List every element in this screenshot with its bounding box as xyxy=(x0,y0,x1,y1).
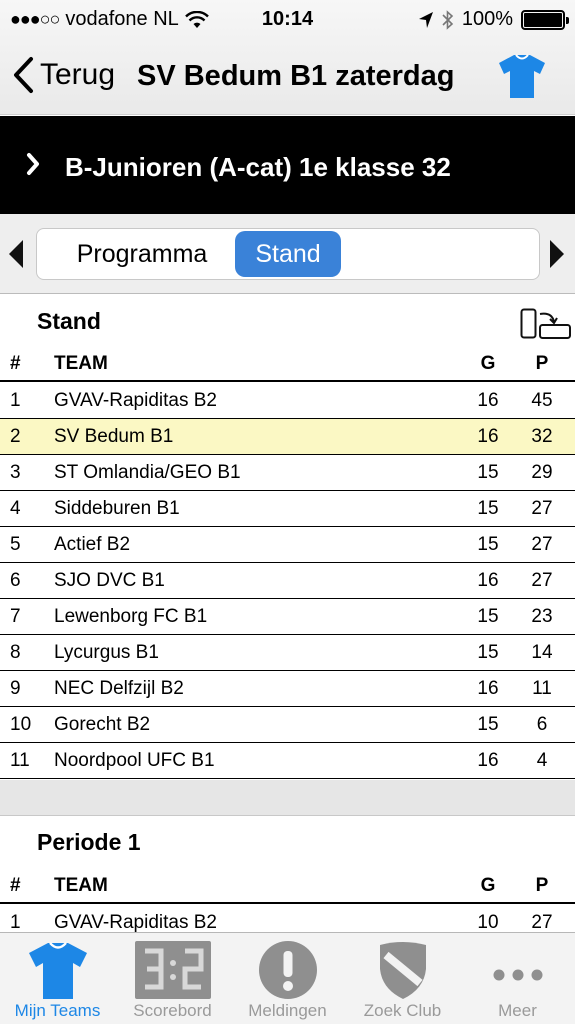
header-rank: # xyxy=(10,353,21,374)
header-points: P xyxy=(535,353,549,374)
table-row[interactable]: 11 Noordpool UFC B1 16 4 xyxy=(0,743,575,779)
shield-icon xyxy=(380,942,426,999)
table-row[interactable]: 8 Lycurgus B1 15 14 xyxy=(0,635,575,671)
back-label: Terug xyxy=(40,58,116,91)
navigation-bar: Terug SV Bedum B1 zaterdag xyxy=(0,44,575,112)
header-games: G xyxy=(480,875,496,896)
table-row[interactable]: 6 SJO DVC B1 16 27 xyxy=(0,563,575,599)
tab-stand[interactable]: Stand xyxy=(235,231,341,277)
tab-label: Meer xyxy=(498,1001,537,1020)
tab-mijn-teams[interactable]: Mijn Teams xyxy=(0,933,115,1024)
table-row-highlighted[interactable]: 2 SV Bedum B1 16 32 xyxy=(0,419,575,455)
header-points: P xyxy=(535,875,549,896)
table-row[interactable]: 3 ST Omlandia/GEO B1 15 29 xyxy=(0,455,575,491)
table-row[interactable]: 4 Siddeburen B1 15 27 xyxy=(0,491,575,527)
tab-label: Scorebord xyxy=(133,1001,212,1020)
page-title: SV Bedum B1 zaterdag xyxy=(137,60,455,92)
alert-icon xyxy=(259,941,317,999)
status-bar: ●●●○○ vodafone NL 10:14 100% xyxy=(0,0,575,40)
section-divider xyxy=(0,780,575,816)
tab-label: Meldingen xyxy=(248,1001,327,1020)
back-button[interactable]: Terug xyxy=(12,56,115,94)
header-team: TEAM xyxy=(54,875,108,896)
tab-scorebord[interactable]: Scorebord xyxy=(115,933,230,1024)
header-team: TEAM xyxy=(54,353,108,374)
tab-label: Mijn Teams xyxy=(14,1001,101,1020)
tab-bar: Mijn Teams Scorebord Meldingen Zoek Club xyxy=(0,932,575,1024)
league-label: B-Junioren (A-cat) 1e klasse 32 xyxy=(65,152,451,182)
arrow-right-icon[interactable] xyxy=(549,239,565,269)
more-icon xyxy=(493,969,543,981)
table-row[interactable]: 1 GVAV-Rapiditas B2 16 45 xyxy=(0,383,575,419)
stand-table-header: # TEAM G P xyxy=(0,346,575,382)
periode-table-header: # TEAM G P xyxy=(0,868,575,904)
league-selector[interactable]: B-Junioren (A-cat) 1e klasse 32 xyxy=(0,116,575,214)
shirt-icon[interactable] xyxy=(497,52,547,100)
periode-title: Periode 1 xyxy=(37,829,141,855)
stand-title: Stand xyxy=(37,308,101,334)
segmented-control: Programma Stand xyxy=(36,228,540,280)
top-bar: ●●●○○ vodafone NL 10:14 100% Terug SV Be… xyxy=(0,0,575,115)
battery-icon xyxy=(521,9,569,30)
arrow-left-icon[interactable] xyxy=(8,239,24,269)
shirt-icon xyxy=(29,942,87,999)
table-row[interactable]: 7 Lewenborg FC B1 15 23 xyxy=(0,599,575,635)
table-row[interactable]: 5 Actief B2 15 27 xyxy=(0,527,575,563)
table-row[interactable]: 10 Gorecht B2 15 6 xyxy=(0,707,575,743)
chevron-left-icon xyxy=(14,57,33,93)
tab-meer[interactable]: Meer xyxy=(460,933,575,1024)
table-row[interactable]: 9 NEC Delfzijl B2 16 11 xyxy=(0,671,575,707)
location-icon xyxy=(418,11,433,28)
tab-label: Zoek Club xyxy=(363,1001,442,1020)
rotate-device-icon[interactable] xyxy=(520,308,572,340)
tab-zoek-club[interactable]: Zoek Club xyxy=(345,933,460,1024)
header-games: G xyxy=(480,353,496,374)
segment-row: Programma Stand xyxy=(0,214,575,294)
tab-meldingen[interactable]: Meldingen xyxy=(230,933,345,1024)
scoreboard-icon xyxy=(135,941,211,999)
header-rank: # xyxy=(10,875,21,896)
battery-label: 100% xyxy=(461,8,513,30)
chevron-right-icon xyxy=(27,153,39,175)
tab-programma[interactable]: Programma xyxy=(49,231,235,277)
bluetooth-icon xyxy=(442,9,454,30)
